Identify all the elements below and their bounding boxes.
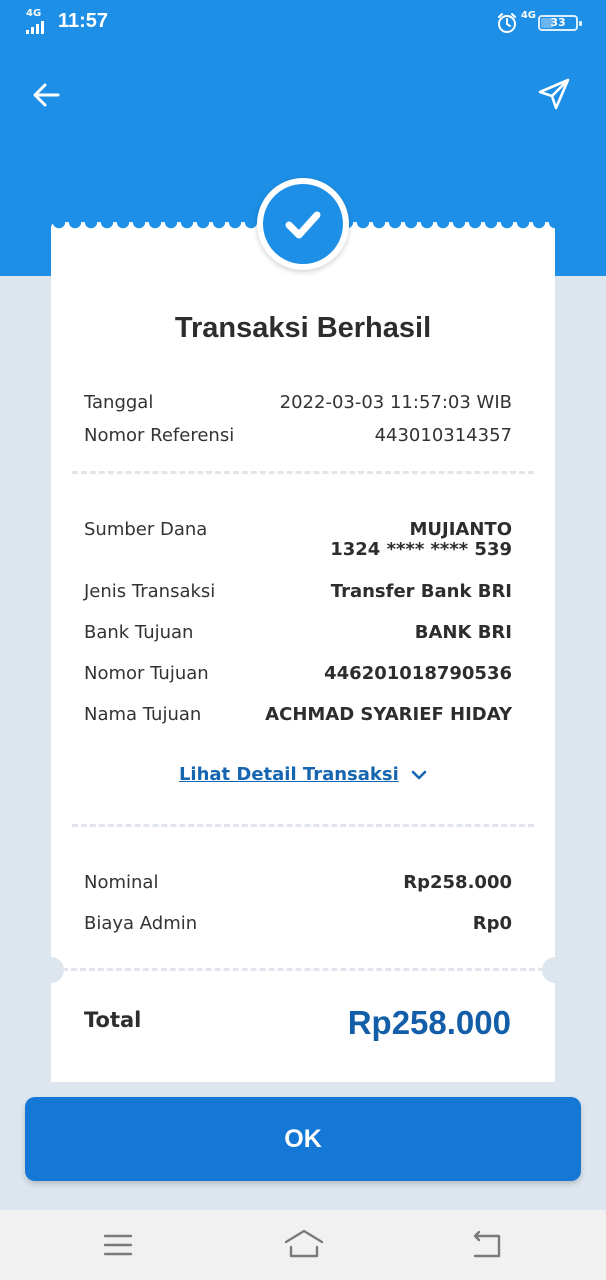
info-label: Tanggal	[84, 392, 154, 413]
send-icon	[538, 78, 570, 110]
source-label: Sumber Dana	[84, 519, 208, 540]
share-button[interactable]	[536, 76, 572, 112]
battery-icon: 33	[538, 15, 582, 31]
menu-icon[interactable]	[103, 1232, 133, 1258]
detail-label: Nama Tujuan	[84, 704, 202, 725]
amount-label: Nominal	[84, 872, 159, 893]
detail-value: ACHMAD SYARIEF HIDAY	[265, 704, 512, 725]
source-account: 1324 **** **** 539	[330, 539, 512, 560]
detail-value: BANK BRI	[414, 622, 512, 643]
view-details-label: Lihat Detail Transaksi	[178, 764, 399, 785]
receipt-notch-left	[38, 957, 64, 983]
view-details-link[interactable]: Lihat Detail Transaksi	[0, 764, 606, 785]
network-type: 4G	[26, 8, 42, 19]
dashed-divider	[72, 471, 534, 474]
receipt-card	[51, 230, 555, 1082]
source-name: MUJIANTO	[409, 519, 513, 540]
detail-value: 446201018790536	[324, 663, 512, 684]
info-label: Nomor Referensi	[84, 425, 235, 446]
back-button[interactable]	[30, 78, 64, 112]
dashed-divider	[62, 968, 544, 971]
total-value: Rp258.000	[347, 1004, 511, 1041]
signal-icon	[26, 21, 44, 34]
amount-label: Biaya Admin	[84, 913, 198, 934]
battery-level: 33	[550, 16, 566, 29]
success-badge	[257, 178, 349, 270]
detail-label: Jenis Transaksi	[84, 581, 216, 602]
info-value: 2022-03-03 11:57:03 WIB	[279, 392, 512, 413]
ok-button[interactable]: OK	[25, 1097, 581, 1181]
chevron-down-icon	[411, 770, 427, 780]
page-title: Transaksi Berhasil	[174, 312, 432, 344]
alarm-icon	[498, 13, 516, 33]
amount-value: Rp0	[472, 913, 512, 934]
arrow-left-icon	[33, 83, 60, 107]
total-label: Total	[84, 1008, 142, 1032]
network-type-right: 4G	[520, 10, 536, 21]
status-right: 4G 33	[482, 10, 582, 36]
dashed-divider	[72, 824, 534, 827]
status-bar: 4G 11:57 4G 33	[0, 0, 606, 48]
receipt-notch-right	[542, 957, 568, 983]
system-nav-bar	[0, 1210, 606, 1280]
home-icon[interactable]	[283, 1228, 325, 1260]
back-icon[interactable]	[471, 1230, 503, 1260]
info-value: 443010314357	[374, 425, 512, 446]
amount-value: Rp258.000	[403, 872, 512, 893]
detail-label: Bank Tujuan	[84, 622, 194, 643]
detail-value: Transfer Bank BRI	[330, 581, 512, 602]
detail-label: Nomor Tujuan	[84, 663, 209, 684]
check-icon	[285, 211, 321, 239]
status-time: 11:57	[58, 10, 109, 32]
